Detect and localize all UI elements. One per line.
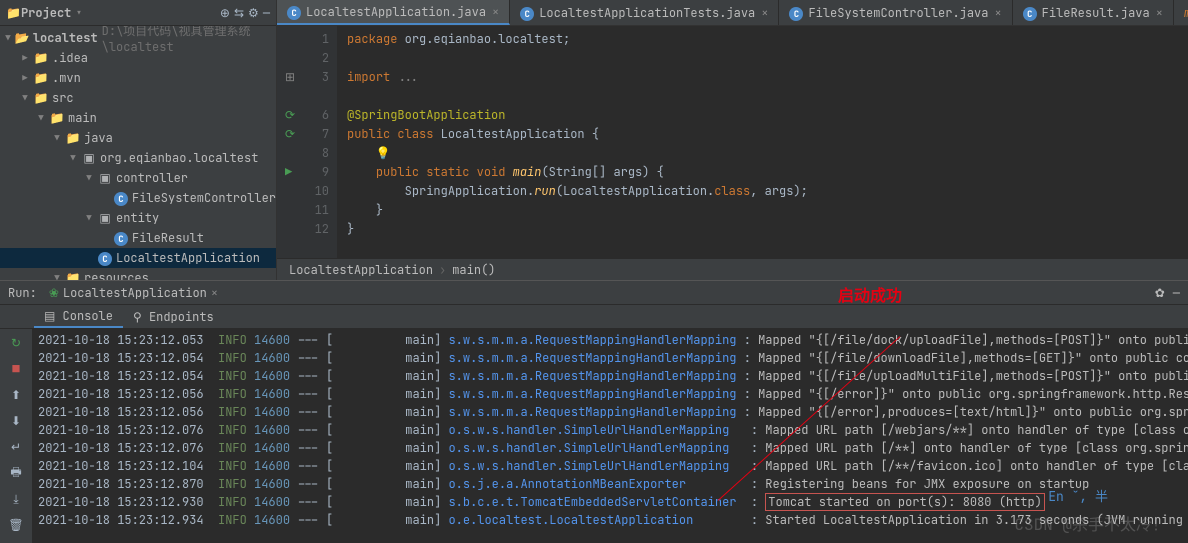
- project-sidebar: 📁 Project ▾ ⊕ ⇆ ⚙ — ▼📂localtestD:\项目代码\视…: [0, 0, 277, 280]
- ime-indicator: En ˇ, 半: [1048, 486, 1108, 505]
- log-line: 2021-10-18 15:23:12.056 INFO 14600 --- […: [38, 385, 1182, 403]
- tree-root[interactable]: ▼📂localtestD:\项目代码\视具管理系统\localtest: [0, 28, 276, 48]
- project-title: Project: [21, 5, 71, 21]
- endpoints-icon: ⚲: [133, 309, 142, 325]
- hide-panel-icon[interactable]: —: [1173, 285, 1180, 301]
- editor-area: CLocaltestApplication.java×CLocaltestApp…: [277, 0, 1188, 280]
- log-line: 2021-10-18 15:23:12.054 INFO 14600 --- […: [38, 349, 1182, 367]
- stop-button[interactable]: ■: [6, 359, 26, 379]
- down-button[interactable]: ⬇: [6, 411, 26, 431]
- code-content[interactable]: package org.eqianbao.localtest;import ..…: [337, 26, 1188, 258]
- log-line: 2021-10-18 15:23:12.053 INFO 14600 --- […: [38, 331, 1182, 349]
- tree-item-java[interactable]: ▼📁java: [0, 128, 276, 148]
- folder-icon: 📁: [6, 5, 21, 21]
- tab-console[interactable]: ▤ Console: [34, 305, 123, 328]
- close-tab-icon[interactable]: ×: [211, 285, 218, 301]
- project-tree[interactable]: ▼📂localtestD:\项目代码\视具管理系统\localtest▶📁.id…: [0, 26, 276, 280]
- editor-tab-FileResult-java[interactable]: CFileResult.java×: [1013, 0, 1174, 25]
- log-line: 2021-10-18 15:23:12.870 INFO 14600 --- […: [38, 475, 1182, 493]
- clear-button[interactable]: 🗑: [6, 515, 26, 535]
- wrap-button[interactable]: ↵: [6, 437, 26, 457]
- editor-tab-LocaltestApplicationTests-java[interactable]: CLocaltestApplicationTests.java×: [510, 0, 779, 25]
- editor-gutter[interactable]: 12⊞3⟳6⟳78▶9101112: [277, 26, 337, 258]
- breadcrumb-method[interactable]: main(): [452, 262, 495, 278]
- hide-icon[interactable]: —: [263, 5, 270, 21]
- log-line: 2021-10-18 15:23:12.076 INFO 14600 --- […: [38, 421, 1182, 439]
- editor-tab-LocaltestApplication-java[interactable]: CLocaltestApplication.java×: [277, 0, 510, 25]
- editor-tabs: CLocaltestApplication.java×CLocaltestApp…: [277, 0, 1188, 26]
- log-line: 2021-10-18 15:23:12.934 INFO 14600 --- […: [38, 511, 1182, 529]
- tree-item-org-eqianbao-localtest[interactable]: ▼▣org.eqianbao.localtest: [0, 148, 276, 168]
- breadcrumb[interactable]: LocaltestApplication › main(): [277, 258, 1188, 280]
- tree-item-FileResult[interactable]: CFileResult: [0, 228, 276, 248]
- run-sub-tabs: ▤ Console ⚲ Endpoints: [0, 305, 1188, 329]
- tree-item-controller[interactable]: ▼▣controller: [0, 168, 276, 188]
- log-line: 2021-10-18 15:23:12.076 INFO 14600 --- […: [38, 439, 1182, 457]
- console-output[interactable]: 2021-10-18 15:23:12.053 INFO 14600 --- […: [32, 329, 1188, 543]
- breadcrumb-class[interactable]: LocaltestApplication: [289, 262, 433, 278]
- gear-icon[interactable]: ⚙: [248, 5, 259, 21]
- tree-item-LocaltestApplication[interactable]: CLocaltestApplication: [0, 248, 276, 268]
- scroll-button[interactable]: ⤓: [6, 489, 26, 509]
- print-button[interactable]: 🖶: [6, 463, 26, 483]
- run-header: Run: ❀ LocaltestApplication × ✿ —: [0, 281, 1188, 305]
- run-label: Run:: [8, 285, 37, 301]
- project-header: 📁 Project ▾ ⊕ ⇆ ⚙ —: [0, 0, 276, 26]
- log-line: 2021-10-18 15:23:12.056 INFO 14600 --- […: [38, 403, 1182, 421]
- tree-item-resources[interactable]: ▼📁resources: [0, 268, 276, 280]
- code-editor[interactable]: ✔ 12⊞3⟳6⟳78▶9101112 package org.eqianbao…: [277, 26, 1188, 258]
- editor-tab-FileSystemController-java[interactable]: CFileSystemController.java×: [779, 0, 1012, 25]
- editor-tab-pom-xml[interactable]: mpom.xml×: [1174, 0, 1188, 25]
- run-config-name[interactable]: LocaltestApplication: [63, 285, 207, 301]
- log-line: 2021-10-18 15:23:12.104 INFO 14600 --- […: [38, 457, 1182, 475]
- chevron-down-icon[interactable]: ▾: [75, 5, 82, 21]
- target-icon[interactable]: ⊕: [220, 5, 230, 21]
- tree-item-entity[interactable]: ▼▣entity: [0, 208, 276, 228]
- chevron-right-icon: ›: [439, 262, 446, 278]
- collapse-icon[interactable]: ⇆: [234, 5, 244, 21]
- rerun-button[interactable]: ↻: [6, 333, 26, 353]
- spring-icon: ❀: [49, 285, 59, 301]
- run-toolbar: ↻ ■ ⬆ ⬇ ↵ 🖶 ⤓ 🗑: [0, 329, 32, 543]
- log-line: 2021-10-18 15:23:12.054 INFO 14600 --- […: [38, 367, 1182, 385]
- tree-item-main[interactable]: ▼📁main: [0, 108, 276, 128]
- tree-item--mvn[interactable]: ▶📁.mvn: [0, 68, 276, 88]
- console-icon: ▤: [44, 308, 55, 324]
- run-panel: Run: ❀ LocaltestApplication × ✿ — ▤ Cons…: [0, 280, 1188, 543]
- tree-item-src[interactable]: ▼📁src: [0, 88, 276, 108]
- tree-item-FileSystemController[interactable]: CFileSystemController: [0, 188, 276, 208]
- gear-icon[interactable]: ✿: [1155, 285, 1165, 301]
- up-button[interactable]: ⬆: [6, 385, 26, 405]
- tab-endpoints[interactable]: ⚲ Endpoints: [123, 305, 224, 328]
- log-line: 2021-10-18 15:23:12.930 INFO 14600 --- […: [38, 493, 1182, 511]
